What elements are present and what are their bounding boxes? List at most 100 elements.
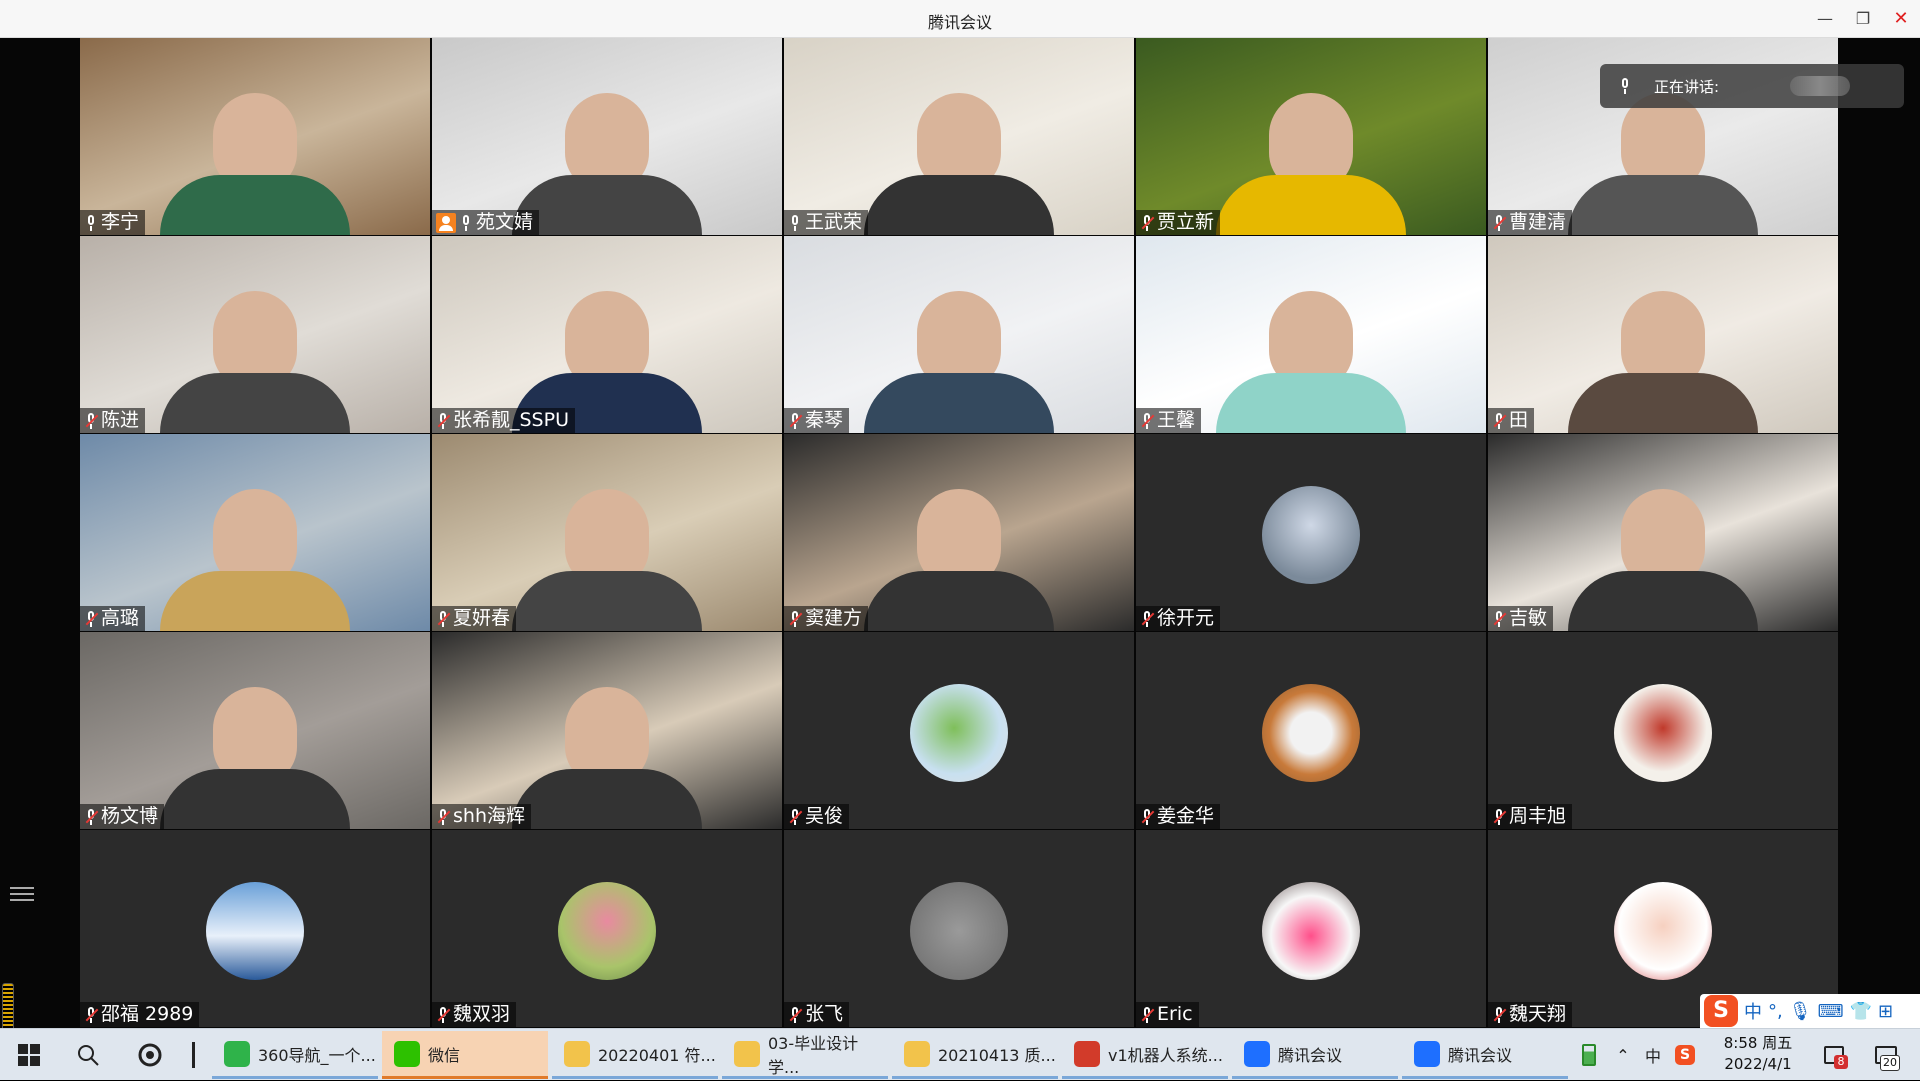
ime-toolbar[interactable]: S 中 °, 🎙 ⌨ 👕 ⊞	[1700, 994, 1920, 1028]
taskbar-app[interactable]: 20210413 质...	[892, 1031, 1058, 1079]
participant-body	[1216, 373, 1406, 433]
taskbar-app[interactable]: 03-毕业设计学...	[722, 1031, 888, 1079]
participant-tile[interactable]: 苑文婧	[432, 38, 782, 235]
mic-muted-icon	[1492, 610, 1507, 628]
participant-tile[interactable]: 田	[1488, 236, 1838, 433]
microphone-icon[interactable]: 🎙	[1789, 1001, 1812, 1022]
taskbar-app[interactable]: 微信	[382, 1031, 548, 1079]
participant-tile[interactable]: 贾立新	[1136, 38, 1486, 235]
participant-tile[interactable]: 王馨	[1136, 236, 1486, 433]
ime-punct[interactable]: °,	[1768, 1001, 1783, 1022]
participant-tile[interactable]: 周丰旭	[1488, 632, 1838, 829]
participant-avatar	[910, 684, 1008, 782]
participant-tile[interactable]: 吉敏	[1488, 434, 1838, 631]
participant-nametag: 贾立新	[1136, 210, 1221, 235]
participant-name: 张飞	[805, 1003, 844, 1025]
mic-muted-icon	[788, 808, 803, 826]
mic-muted-icon	[436, 808, 451, 826]
participant-name: 窦建方	[805, 607, 863, 629]
participant-tile[interactable]: 吴俊	[784, 632, 1134, 829]
participant-nametag: 吴俊	[784, 804, 850, 829]
participant-body	[160, 769, 350, 829]
participant-tile[interactable]: 李宁	[80, 38, 430, 235]
taskbar-app-label: 360导航_一个...	[258, 1045, 376, 1065]
participant-name: 张希靓_SSPU	[453, 409, 569, 431]
participant-tile[interactable]: 张希靓_SSPU	[432, 236, 782, 433]
chevron-up-icon[interactable]: ⌃	[1608, 1029, 1638, 1081]
windows-start-icon[interactable]	[0, 1029, 58, 1081]
taskbar-app[interactable]: 腾讯会议	[1402, 1031, 1568, 1079]
participant-video	[1136, 38, 1486, 235]
participant-tile[interactable]: 秦琴	[784, 236, 1134, 433]
app-icon	[1244, 1040, 1270, 1067]
keyboard-icon[interactable]: ⌨	[1818, 1001, 1844, 1022]
notification-badge: 20	[1880, 1055, 1900, 1071]
participant-avatar-area	[1136, 632, 1486, 829]
participant-tile[interactable]: Eric	[1136, 830, 1486, 1027]
task-view-icon[interactable]	[124, 1029, 176, 1081]
mic-muted-icon	[1140, 214, 1155, 232]
participant-tile[interactable]: 杨文博	[80, 632, 430, 829]
taskbar-app[interactable]: 360导航_一个...	[212, 1031, 378, 1079]
participant-tile[interactable]: 陈进	[80, 236, 430, 433]
participant-tile[interactable]: 夏妍春	[432, 434, 782, 631]
participant-video	[432, 434, 782, 631]
tray-lang[interactable]: 中	[1638, 1029, 1668, 1081]
participant-tile[interactable]: 张飞	[784, 830, 1134, 1027]
participant-video	[1136, 236, 1486, 433]
participant-tile[interactable]: shh海辉	[432, 632, 782, 829]
participant-nametag: shh海辉	[432, 804, 531, 829]
system-clock[interactable]: 8:58 周五 2022/4/1	[1708, 1033, 1808, 1075]
mic-muted-icon	[788, 610, 803, 628]
sogou-logo-icon[interactable]: S	[1704, 995, 1738, 1027]
minimize-button[interactable]: —	[1812, 6, 1838, 32]
taskbar-app-label: 03-毕业设计学...	[768, 1033, 859, 1077]
app-icon	[734, 1040, 760, 1067]
menu-list-icon[interactable]	[10, 883, 34, 907]
participant-avatar	[1262, 882, 1360, 980]
speaking-label: 正在讲话:	[1654, 78, 1720, 96]
participant-body	[864, 175, 1054, 235]
shirt-icon[interactable]: 👕	[1850, 1001, 1872, 1022]
participant-avatar	[1614, 882, 1712, 980]
participant-body	[1568, 373, 1758, 433]
speaking-indicator: 正在讲话:	[1600, 64, 1904, 108]
participant-video	[1488, 236, 1838, 433]
participant-tile[interactable]: 徐开元	[1136, 434, 1486, 631]
taskbar-app[interactable]: v1机器人系统...	[1062, 1031, 1228, 1079]
participant-tile[interactable]: 魏双羽	[432, 830, 782, 1027]
participant-tile[interactable]: 王武荣	[784, 38, 1134, 235]
restore-button[interactable]: ❐	[1850, 6, 1876, 32]
participant-body	[160, 373, 350, 433]
participant-tile[interactable]: 窦建方	[784, 434, 1134, 631]
participant-tile[interactable]: 高璐	[80, 434, 430, 631]
grid-icon[interactable]: ⊞	[1878, 1001, 1893, 1022]
sogou-tray-icon[interactable]: S	[1670, 1029, 1700, 1081]
participant-nametag: 吉敏	[1488, 606, 1554, 631]
mic-muted-icon	[1492, 412, 1507, 430]
participant-name: 吉敏	[1509, 607, 1548, 629]
window-titlebar: 腾讯会议 — ❐ ✕	[0, 0, 1920, 38]
participant-tile[interactable]: 邵福 2989	[80, 830, 430, 1027]
ime-mode[interactable]: 中	[1744, 998, 1762, 1024]
participant-video	[784, 38, 1134, 235]
microphone-icon	[788, 214, 802, 232]
search-icon[interactable]	[62, 1029, 114, 1081]
taskbar-app[interactable]: 20220401 符...	[552, 1031, 718, 1079]
taskbar-app-label: 20220401 符...	[598, 1045, 716, 1065]
participant-avatar-area	[80, 830, 430, 1027]
window-title: 腾讯会议	[927, 13, 992, 32]
close-button[interactable]: ✕	[1888, 6, 1914, 32]
participant-tile[interactable]: 姜金华	[1136, 632, 1486, 829]
participant-name: 陈进	[101, 409, 140, 431]
participant-name: 田	[1509, 409, 1529, 431]
participant-avatar	[1262, 486, 1360, 584]
participant-video	[80, 434, 430, 631]
taskbar-app[interactable]: 腾讯会议	[1232, 1031, 1398, 1079]
mic-muted-icon	[436, 610, 451, 628]
battery-icon[interactable]	[1574, 1029, 1604, 1081]
mic-muted-icon	[1140, 1006, 1155, 1024]
participant-nametag: 李宁	[80, 210, 146, 235]
participant-name: 姜金华	[1157, 805, 1215, 827]
app-icon	[564, 1040, 590, 1067]
